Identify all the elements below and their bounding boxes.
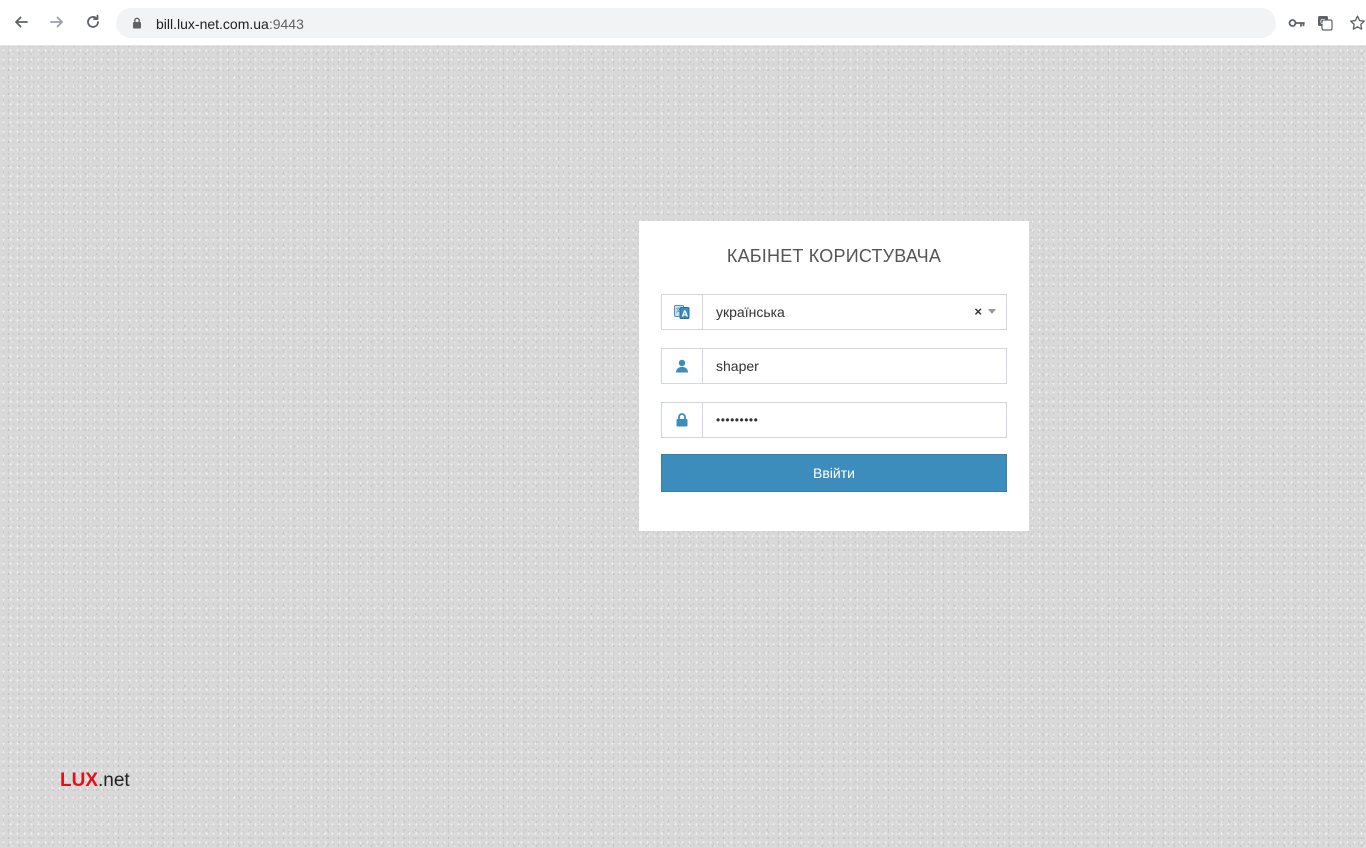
lock-icon <box>676 413 688 427</box>
svg-text:文: 文 <box>676 307 681 314</box>
login-button[interactable]: Ввійти <box>661 454 1007 492</box>
language-value: українська <box>716 304 785 320</box>
translate-icon: G <box>1318 16 1333 31</box>
reload-icon <box>87 14 99 28</box>
svg-text:G: G <box>1320 18 1325 26</box>
arrow-right-icon <box>50 16 63 28</box>
browser-toolbar: bill.lux-net.com.ua:9443 G <box>0 0 1366 46</box>
brand-logo-strong: LUX <box>60 770 98 791</box>
user-icon <box>676 359 688 373</box>
password-input[interactable] <box>703 403 1003 437</box>
key-icon <box>1288 19 1305 27</box>
translate-button[interactable]: G <box>1315 13 1335 33</box>
language-icon: A 文 <box>674 305 690 319</box>
url-port: :9443 <box>268 16 304 32</box>
password-key-button[interactable] <box>1287 13 1307 33</box>
chevron-down-icon[interactable] <box>988 309 996 314</box>
url-host: bill.lux-net.com.ua <box>156 16 269 32</box>
url-text: bill.lux-net.com.ua:9443 <box>156 16 304 32</box>
username-field <box>661 348 1007 384</box>
password-addon <box>662 403 703 437</box>
select-controls: × <box>974 304 996 319</box>
page-background: КАБІНЕТ КОРИСТУВАЧА A 文 українська × sha… <box>0 46 1366 848</box>
reload-button[interactable] <box>82 11 104 33</box>
svg-text:A: A <box>682 309 689 318</box>
language-select[interactable]: A 文 українська × <box>661 294 1007 330</box>
username-addon <box>662 349 703 383</box>
login-title: КАБІНЕТ КОРИСТУВАЧА <box>726 246 942 266</box>
username-input[interactable] <box>703 349 1003 383</box>
forward-button[interactable] <box>46 11 68 33</box>
address-bar[interactable]: bill.lux-net.com.ua:9443 <box>116 8 1276 38</box>
lock-icon <box>133 17 141 29</box>
bookmark-button[interactable] <box>1349 13 1366 33</box>
clear-selection-button[interactable]: × <box>974 304 982 319</box>
brand-logo: LUX.net <box>60 770 130 792</box>
language-addon: A 文 <box>662 295 703 329</box>
back-button[interactable] <box>10 11 32 33</box>
star-icon <box>1350 15 1365 30</box>
arrow-left-icon <box>15 16 28 28</box>
password-field <box>661 402 1007 438</box>
brand-logo-rest: .net <box>98 770 130 791</box>
login-card: КАБІНЕТ КОРИСТУВАЧА A 文 українська × sha… <box>639 221 1029 531</box>
